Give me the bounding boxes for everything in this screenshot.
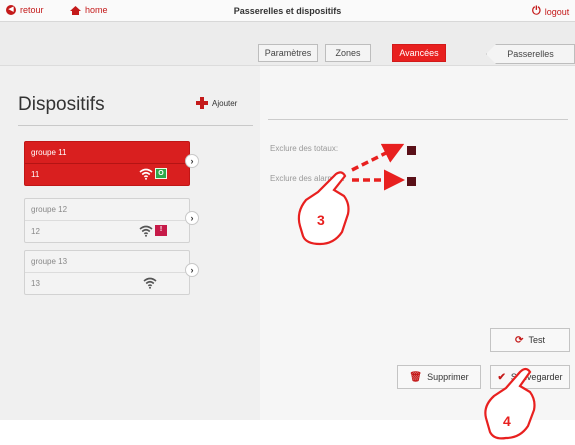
wifi-icon <box>139 225 153 237</box>
device-card[interactable]: groupe 11 11 O <box>24 141 190 186</box>
tab-avancees[interactable]: Avancées <box>392 44 446 62</box>
tab-zones[interactable]: Zones <box>325 44 371 62</box>
settings-panel: Exclure des totaux: Exclure des alarmes:… <box>260 66 575 420</box>
delete-button[interactable]: 🗑 Supprimer <box>397 365 481 389</box>
card-divider <box>25 220 189 221</box>
save-label: Sauvegarder <box>510 372 563 382</box>
device-id: 13 <box>31 279 40 288</box>
add-device-button[interactable]: Ajouter <box>196 97 237 109</box>
chevron-right-icon[interactable]: › <box>185 263 199 277</box>
device-card[interactable]: groupe 12 12 ! <box>24 198 190 243</box>
exclude-alarms-checkbox[interactable] <box>407 177 416 186</box>
refresh-icon: ⟳ <box>515 334 524 346</box>
delete-label: Supprimer <box>427 372 469 382</box>
top-bar: ◀ retour home Passerelles et dispositifs… <box>0 0 575 22</box>
card-divider <box>25 163 189 164</box>
device-sidebar: Dispositifs Ajouter groupe 11 11 O › gro… <box>0 66 260 420</box>
power-icon: ⏻ <box>532 5 541 17</box>
device-name: groupe 11 <box>31 148 67 157</box>
checkmark-icon: ✔ <box>497 371 506 383</box>
chevron-right-icon[interactable]: › <box>185 154 199 168</box>
logout-link[interactable]: ⏻ logout <box>532 5 569 18</box>
status-alert-badge: ! <box>155 225 167 236</box>
trash-icon: 🗑 <box>409 371 423 383</box>
panel-divider <box>268 119 568 120</box>
status-ok-badge: O <box>155 168 167 179</box>
device-id: 11 <box>31 170 40 179</box>
test-label: Test <box>528 335 545 345</box>
logout-label: logout <box>544 6 570 17</box>
device-name: groupe 12 <box>31 205 68 214</box>
exclude-totals-checkbox[interactable] <box>407 146 416 155</box>
add-label: Ajouter <box>212 98 238 108</box>
app-window: ◀ retour home Passerelles et dispositifs… <box>0 0 575 420</box>
save-button[interactable]: ✔ Sauvegarder <box>490 365 570 389</box>
passerelles-button[interactable]: Passerelles <box>486 44 575 64</box>
tab-parametres[interactable]: Paramètres <box>258 44 318 62</box>
device-card[interactable]: groupe 13 13 <box>24 250 190 295</box>
chevron-right-icon[interactable]: › <box>185 211 199 225</box>
plus-icon <box>196 97 208 109</box>
wifi-icon <box>139 168 153 180</box>
card-divider <box>25 272 189 273</box>
tabs-bar: Paramètres Zones Avancées Passerelles <box>0 22 575 66</box>
page-title: Passerelles et dispositifs <box>233 6 342 16</box>
test-button[interactable]: ⟳ Test <box>490 328 570 352</box>
exclude-alarms-label: Exclure des alarmes: <box>270 174 345 183</box>
exclude-totals-label: Exclure des totaux: <box>270 144 339 153</box>
sidebar-heading: Dispositifs <box>18 94 105 115</box>
device-name: groupe 13 <box>31 257 68 266</box>
wifi-icon <box>143 277 157 289</box>
heading-divider <box>18 125 253 126</box>
device-id: 12 <box>31 227 40 236</box>
